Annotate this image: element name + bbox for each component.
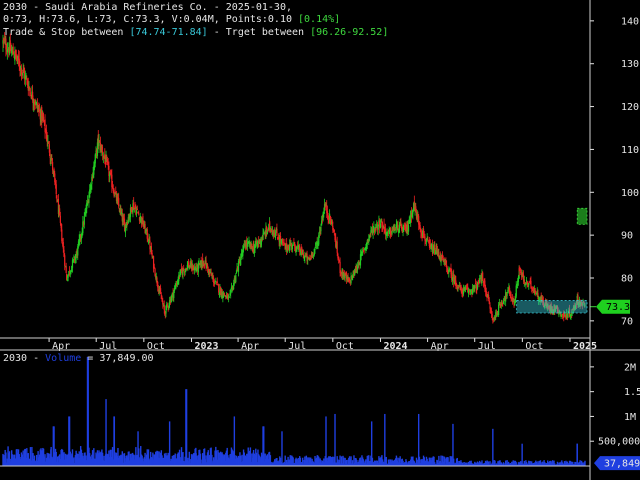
volume-tick-label: 1M <box>624 412 636 423</box>
candle-body <box>314 248 316 250</box>
header-target-label: - Trget between <box>207 27 311 38</box>
candle-body <box>21 71 23 73</box>
price-tick-label: 80 <box>621 274 633 285</box>
volume-header-symbol: 2030 - <box>3 353 46 364</box>
candle-body <box>52 161 54 171</box>
candle-body <box>138 214 140 216</box>
volume-axis: 2M 1.5M 1M 500,000 37,849 <box>590 362 640 471</box>
price-panel <box>2 31 586 324</box>
header-trade-range: [74.74-71.84] <box>129 27 208 38</box>
volume-tick-label: 500,000 <box>598 437 640 448</box>
candle-body <box>166 304 169 306</box>
price-tick-label: 140 <box>621 16 639 27</box>
candle-body <box>183 268 185 271</box>
candle-body <box>482 272 484 280</box>
stock-chart: 73.3 Apr Jul Oct 2023 Apr Jul Oct 2024 Apr Jul Oct… <box>0 0 640 480</box>
candle-body <box>59 215 61 223</box>
volume-header-value: = 37,849.00 <box>81 353 154 364</box>
candle-body <box>567 313 569 318</box>
price-tick-label: 130 <box>621 59 639 70</box>
volume-tick-label: 1.5M <box>624 387 640 398</box>
candle-body <box>83 216 85 225</box>
candle-body <box>136 208 138 210</box>
volume-bar <box>492 428 494 466</box>
volume-bar <box>263 426 265 466</box>
last-volume-label: 37,849 <box>604 459 640 470</box>
candle-body <box>49 153 51 159</box>
candle-body <box>320 226 322 232</box>
candle-body <box>135 210 138 214</box>
candle-body <box>55 184 57 195</box>
candle-body <box>153 266 155 268</box>
candle-body <box>379 223 382 228</box>
volume-bar <box>584 460 586 466</box>
price-axis: 140 130 120 110 100 90 80 70 <box>590 16 639 327</box>
candle-body <box>375 228 377 230</box>
candle-body <box>65 266 67 273</box>
candle-body <box>276 228 278 236</box>
candle-body <box>523 281 526 283</box>
volume-bar <box>334 413 336 466</box>
candle-body <box>363 250 365 252</box>
candle-body <box>398 225 401 233</box>
header-title: 2030 - Saudi Arabia Refineries Co. - 202… <box>3 2 292 13</box>
chart-frame <box>0 0 640 480</box>
volume-header: 2030 - Volume = 37,849.00 <box>3 353 154 365</box>
price-tick-label: 110 <box>621 145 639 156</box>
candle-body <box>491 313 493 318</box>
candle-body <box>118 198 120 207</box>
header-line-1: 2030 - Saudi Arabia Refineries Co. - 202… <box>3 2 292 14</box>
candle-body <box>228 296 230 298</box>
header-line-3: Trade & Stop between [74.74-71.84] - Trg… <box>3 27 388 39</box>
volume-header-label: Volume <box>45 353 82 364</box>
candle-body <box>292 242 294 246</box>
last-price-label: 73.3 <box>606 302 630 313</box>
volume-bar <box>521 443 523 466</box>
candle-body <box>235 275 237 283</box>
candle-body <box>336 241 338 253</box>
candle-body <box>163 304 165 311</box>
candle-body <box>528 283 530 286</box>
volume-bar <box>281 431 283 466</box>
candle-body <box>214 282 216 285</box>
candle-body <box>29 92 32 94</box>
header-ohlc: 0:73, H:73.6, L:73, C:73.3, V:0.04M, Poi… <box>3 14 299 25</box>
candle-body <box>333 229 335 232</box>
header-change: [0.14%] <box>298 14 341 25</box>
price-tick-label: 70 <box>621 316 633 327</box>
volume-bar <box>168 421 171 466</box>
candle-body <box>274 232 277 238</box>
volume-bar <box>384 413 386 466</box>
price-tick-label: 120 <box>621 102 639 113</box>
volume-tick-label: 2M <box>624 362 636 373</box>
volume-panel <box>2 356 586 466</box>
header-trade-label: Trade & Stop between <box>3 27 130 38</box>
header-line-2: 0:73, H:73.6, L:73, C:73.3, V:0.04M, Poi… <box>3 14 340 26</box>
candle-body <box>498 304 500 316</box>
candle-body <box>50 160 52 161</box>
price-tick-label: 100 <box>621 188 639 199</box>
candle-body <box>407 225 410 232</box>
trade-stop-zone <box>516 300 588 314</box>
header-target-range: [96.26-92.52] <box>310 27 389 38</box>
price-tick-label: 90 <box>621 231 633 242</box>
candle-body <box>218 284 220 293</box>
target-zone <box>576 207 588 225</box>
candle-body <box>293 240 295 242</box>
volume-bar <box>185 389 188 466</box>
candle-body <box>64 255 66 266</box>
candle-body <box>474 284 476 289</box>
candle-body <box>216 281 218 284</box>
zones: 73.3 <box>516 207 630 314</box>
candle-body <box>223 292 225 296</box>
